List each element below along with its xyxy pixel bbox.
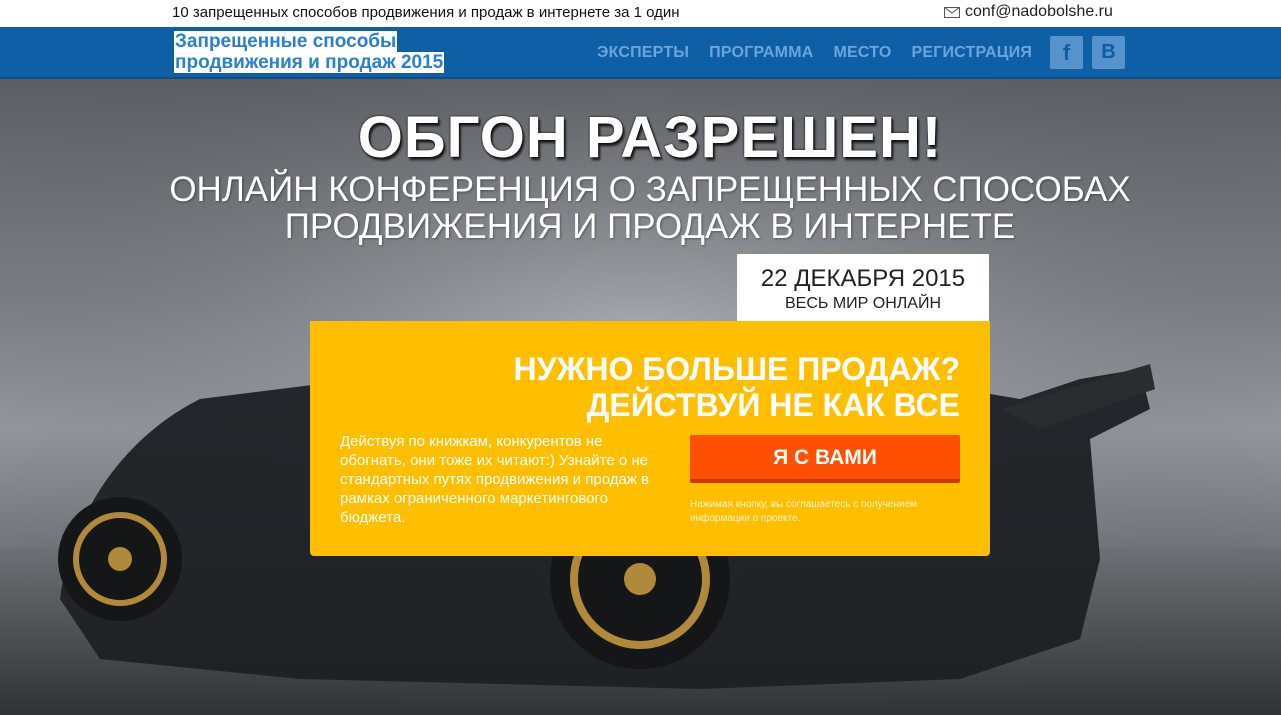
site-brand[interactable]: Запрещенные способы продвижения и продаж… [174, 31, 480, 73]
email-text[interactable]: conf@nadobolshe.ru [965, 3, 1113, 21]
event-date: 22 ДЕКАБРЯ 2015 [760, 265, 966, 292]
cta-title: НУЖНО БОЛЬШЕ ПРОДАЖ? ДЕЙСТВУЙ НЕ КАК ВСЕ [513, 351, 960, 423]
hero-subtitle: ОНЛАЙН КОНФЕРЕНЦИЯ О ЗАПРЕЩЕННЫХ СПОСОБА… [0, 171, 1281, 245]
contact-email[interactable]: conf@nadobolshe.ru [944, 3, 1113, 21]
brand-line-2[interactable]: продвижения и продаж 2015 [174, 52, 445, 73]
nav-link-experts[interactable]: ЭКСПЕРТЫ [597, 44, 689, 62]
cta-title-line-1: НУЖНО БОЛЬШЕ ПРОДАЖ? [513, 351, 960, 387]
cta-title-line-2: ДЕЙСТВУЙ НЕ КАК ВСЕ [586, 387, 960, 423]
nav-link-registration[interactable]: РЕГИСТРАЦИЯ [911, 44, 1032, 62]
navbar: Запрещенные способы продвижения и продаж… [0, 27, 1281, 79]
top-info-bar: 10 запрещенных способов продвижения и пр… [0, 0, 1281, 27]
hero-headline: ОБГОН РАЗРЕШЕН! [357, 105, 943, 170]
main-nav: ЭКСПЕРТЫ ПРОГРАММА МЕСТО РЕГИСТРАЦИЯ [597, 44, 1032, 62]
cta-description: Действуя по книжкам, конкурентов не обог… [340, 433, 650, 526]
nav-link-program[interactable]: ПРОГРАММА [709, 44, 813, 62]
event-location: ВЕСЬ МИР ОНЛАЙН [784, 295, 941, 312]
hero-subtitle-line-1: ОНЛАЙН КОНФЕРЕНЦИЯ О ЗАПРЕЩЕННЫХ СПОСОБА… [169, 170, 1131, 209]
cta-panel: НУЖНО БОЛЬШЕ ПРОДАЖ? ДЕЙСТВУЙ НЕ КАК ВСЕ… [310, 321, 990, 556]
vk-icon[interactable]: B [1092, 36, 1125, 69]
mail-icon [944, 6, 960, 18]
tagline: 10 запрещенных способов продвижения и пр… [172, 4, 680, 21]
facebook-icon[interactable]: f [1050, 36, 1083, 69]
consent-note: Нажимая кнопку, вы соглашаетесь с получе… [690, 499, 917, 524]
nav-link-place[interactable]: МЕСТО [833, 44, 891, 62]
hero-subtitle-line-2: ПРОДВИЖЕНИЯ И ПРОДАЖ В ИНТЕРНЕТЕ [284, 207, 1016, 246]
join-button[interactable]: Я С ВАМИ [690, 435, 960, 483]
hero-section: ОБГОН РАЗРЕШЕН! ОНЛАЙН КОНФЕРЕНЦИЯ О ЗАП… [0, 79, 1281, 715]
brand-line-1[interactable]: Запрещенные способы [174, 31, 398, 52]
event-date-box: 22 ДЕКАБРЯ 2015 ВЕСЬ МИР ОНЛАЙН [737, 254, 989, 322]
